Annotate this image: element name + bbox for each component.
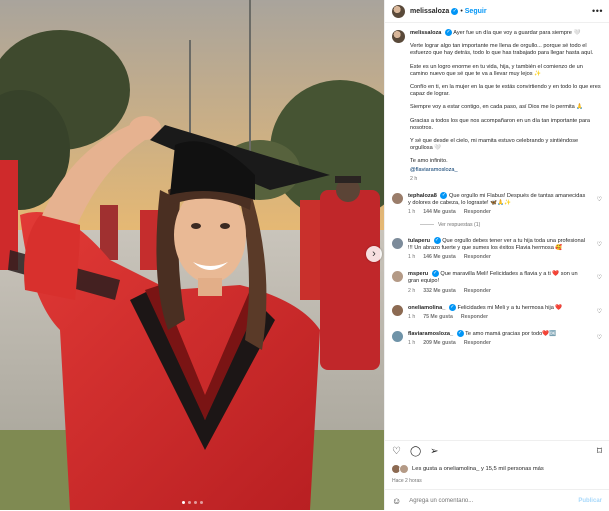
author-username[interactable]: melissaloza <box>410 8 449 15</box>
liker-avatar <box>399 464 409 474</box>
bookmark-icon[interactable]: ⌑ <box>597 447 602 457</box>
comment-text: Felicidades mi Meli y a tu hermosa hija … <box>457 304 563 311</box>
comment-like-heart-icon[interactable]: ♡ <box>597 241 602 248</box>
comment-bubble-icon[interactable]: ◯ <box>410 447 421 457</box>
caption-line: Ayer fue un día que voy a guardar para s… <box>453 29 581 36</box>
verified-badge-icon: ✓ <box>433 236 441 244</box>
verified-badge-icon: ✓ <box>431 270 439 278</box>
verified-badge-icon: ✓ <box>440 192 448 200</box>
carousel-dot <box>187 501 191 504</box>
share-send-icon[interactable]: ➢ <box>430 447 438 457</box>
commenter-avatar[interactable] <box>392 331 403 343</box>
commenter-avatar[interactable] <box>392 304 403 316</box>
likes-text: Les gusta a oneliamolina_ y 15,5 mil per… <box>412 466 544 472</box>
comment-body: oneliamolina_ ✓ Felicidades mi Meli y a … <box>408 303 586 321</box>
comment-likes[interactable]: 75 Me gusta <box>423 314 453 321</box>
comment-time: 2 h <box>408 287 416 294</box>
caption-line: Gracias a todos los que nos acompañaron … <box>410 117 591 131</box>
comment-body: tephaloza8 ✓ Que orgullo mi Flabus! Desp… <box>408 192 586 217</box>
likes-summary[interactable]: Les gusta a oneliamolina_ y 15,5 mil per… <box>392 464 602 474</box>
follow-button[interactable]: Seguir <box>465 8 487 15</box>
post-comment-button[interactable]: Publicar <box>578 498 602 504</box>
post-time: 2 h <box>410 175 418 182</box>
comment-time: 1 h <box>408 314 416 320</box>
comment-item: oneliamolina_ ✓ Felicidades mi Meli y a … <box>392 303 602 321</box>
comment-like-heart-icon[interactable]: ♡ <box>597 334 602 341</box>
carousel-dot <box>193 501 197 504</box>
caption-line: Y sé que desde el cielo, mi mamita estuv… <box>410 138 579 152</box>
add-comment-bar: ☺ Publicar <box>385 489 609 511</box>
comment-body: msperu ✓ Que maravilla Meli! Felicidades… <box>408 270 586 295</box>
next-photo-button[interactable]: › <box>366 246 382 262</box>
more-options-icon[interactable]: ••• <box>592 6 603 16</box>
commenter-username[interactable]: msperu <box>408 271 428 277</box>
comment-time: 1 h <box>408 254 416 261</box>
comment-item: msperu ✓ Que maravilla Meli! Felicidades… <box>392 270 602 295</box>
post-photo[interactable]: › <box>0 0 384 510</box>
comment-time: 1 h <box>408 209 416 216</box>
verified-badge-icon: ✓ <box>456 330 464 338</box>
reply-button[interactable]: Responder <box>464 288 491 295</box>
comment-like-heart-icon[interactable]: ♡ <box>597 274 602 281</box>
view-replies-button[interactable]: Ver respuestas (1) <box>420 222 602 228</box>
commenter-username[interactable]: tephaloza8 <box>408 193 437 199</box>
caption-username[interactable]: melissaloza <box>410 30 441 36</box>
comment-likes[interactable]: 332 Me gusta <box>423 288 456 295</box>
replies-divider <box>420 224 434 226</box>
caption-body: melissaloza ✓ Ayer fue un día que voy a … <box>410 29 602 183</box>
comment-item: tephaloza8 ✓ Que orgullo mi Flabus! Desp… <box>392 192 602 217</box>
comments-scroll-area[interactable]: melissaloza ✓ Ayer fue un día que voy a … <box>385 23 609 437</box>
comment-likes[interactable]: 144 Me gusta <box>423 209 456 216</box>
caption-line: Siempre voy a estar contigo, en cada pas… <box>410 104 584 111</box>
caption-line: Verte lograr algo tan importante me llen… <box>410 43 594 57</box>
caption-line: Te amo infinito. <box>410 158 448 165</box>
comment-likes[interactable]: 209 Me gusta <box>423 340 456 347</box>
post-caption: melissaloza ✓ Ayer fue un día que voy a … <box>392 29 602 183</box>
comment-body: tulaperu ✓ Que orgullo debes tener ver a… <box>408 236 586 262</box>
carousel-indicator <box>0 501 384 504</box>
emoji-icon[interactable]: ☺ <box>392 496 401 506</box>
post-side-panel: melissaloza ✓ • Seguir ••• melissaloza ✓… <box>384 0 609 510</box>
verified-badge-icon: ✓ <box>451 7 459 15</box>
caption-line: Este es un logro enorme en tu vida, hija… <box>410 63 583 77</box>
separator-dot: • <box>460 7 463 15</box>
commenter-avatar[interactable] <box>392 193 403 205</box>
mention-link[interactable]: @flaviaramosloza_ <box>410 167 458 173</box>
comment-text: Te amo mamá gracias por todo❤️🆗 <box>465 331 557 338</box>
reply-button[interactable]: Responder <box>461 314 488 321</box>
comment-input[interactable] <box>407 496 573 505</box>
verified-badge-icon: ✓ <box>448 303 456 311</box>
commenter-username[interactable]: oneliamolina_ <box>408 305 445 311</box>
carousel-dot <box>181 501 185 504</box>
comment-like-heart-icon[interactable]: ♡ <box>597 196 602 203</box>
verified-badge-icon: ✓ <box>444 29 452 36</box>
commenter-avatar[interactable] <box>392 237 403 249</box>
comment-item: tulaperu ✓ Que orgullo debes tener ver a… <box>392 236 602 262</box>
avatar[interactable] <box>392 4 405 18</box>
comment-time: 1 h <box>408 340 416 347</box>
comment-body: flaviaramosloza_ ✓ Te amo mamá gracias p… <box>408 330 586 347</box>
comment-like-heart-icon[interactable]: ♡ <box>597 308 602 315</box>
reply-button[interactable]: Responder <box>464 209 491 216</box>
caption-line: Confío en ti, en la mujer en la que te e… <box>410 84 601 98</box>
post-header: melissaloza ✓ • Seguir ••• <box>385 0 609 23</box>
post-date: Hace 2 horas <box>392 478 422 484</box>
avatar[interactable] <box>392 30 405 43</box>
reply-button[interactable]: Responder <box>464 254 491 261</box>
view-replies-label: Ver respuestas (1) <box>438 221 481 228</box>
carousel-dot <box>199 501 203 504</box>
commenter-avatar[interactable] <box>392 271 403 283</box>
reply-button[interactable]: Responder <box>464 340 491 347</box>
graduation-photo <box>0 0 384 510</box>
commenter-username[interactable]: flaviaramosloza_ <box>408 331 453 337</box>
comment-likes[interactable]: 146 Me gusta <box>423 254 456 261</box>
action-bar: ♡ ◯ ➢ ⌑ Les gusta a oneliamolina_ y 15,5… <box>385 440 609 484</box>
commenter-username[interactable]: tulaperu <box>408 238 430 244</box>
comment-item: flaviaramosloza_ ✓ Te amo mamá gracias p… <box>392 330 602 347</box>
like-heart-icon[interactable]: ♡ <box>392 447 401 457</box>
